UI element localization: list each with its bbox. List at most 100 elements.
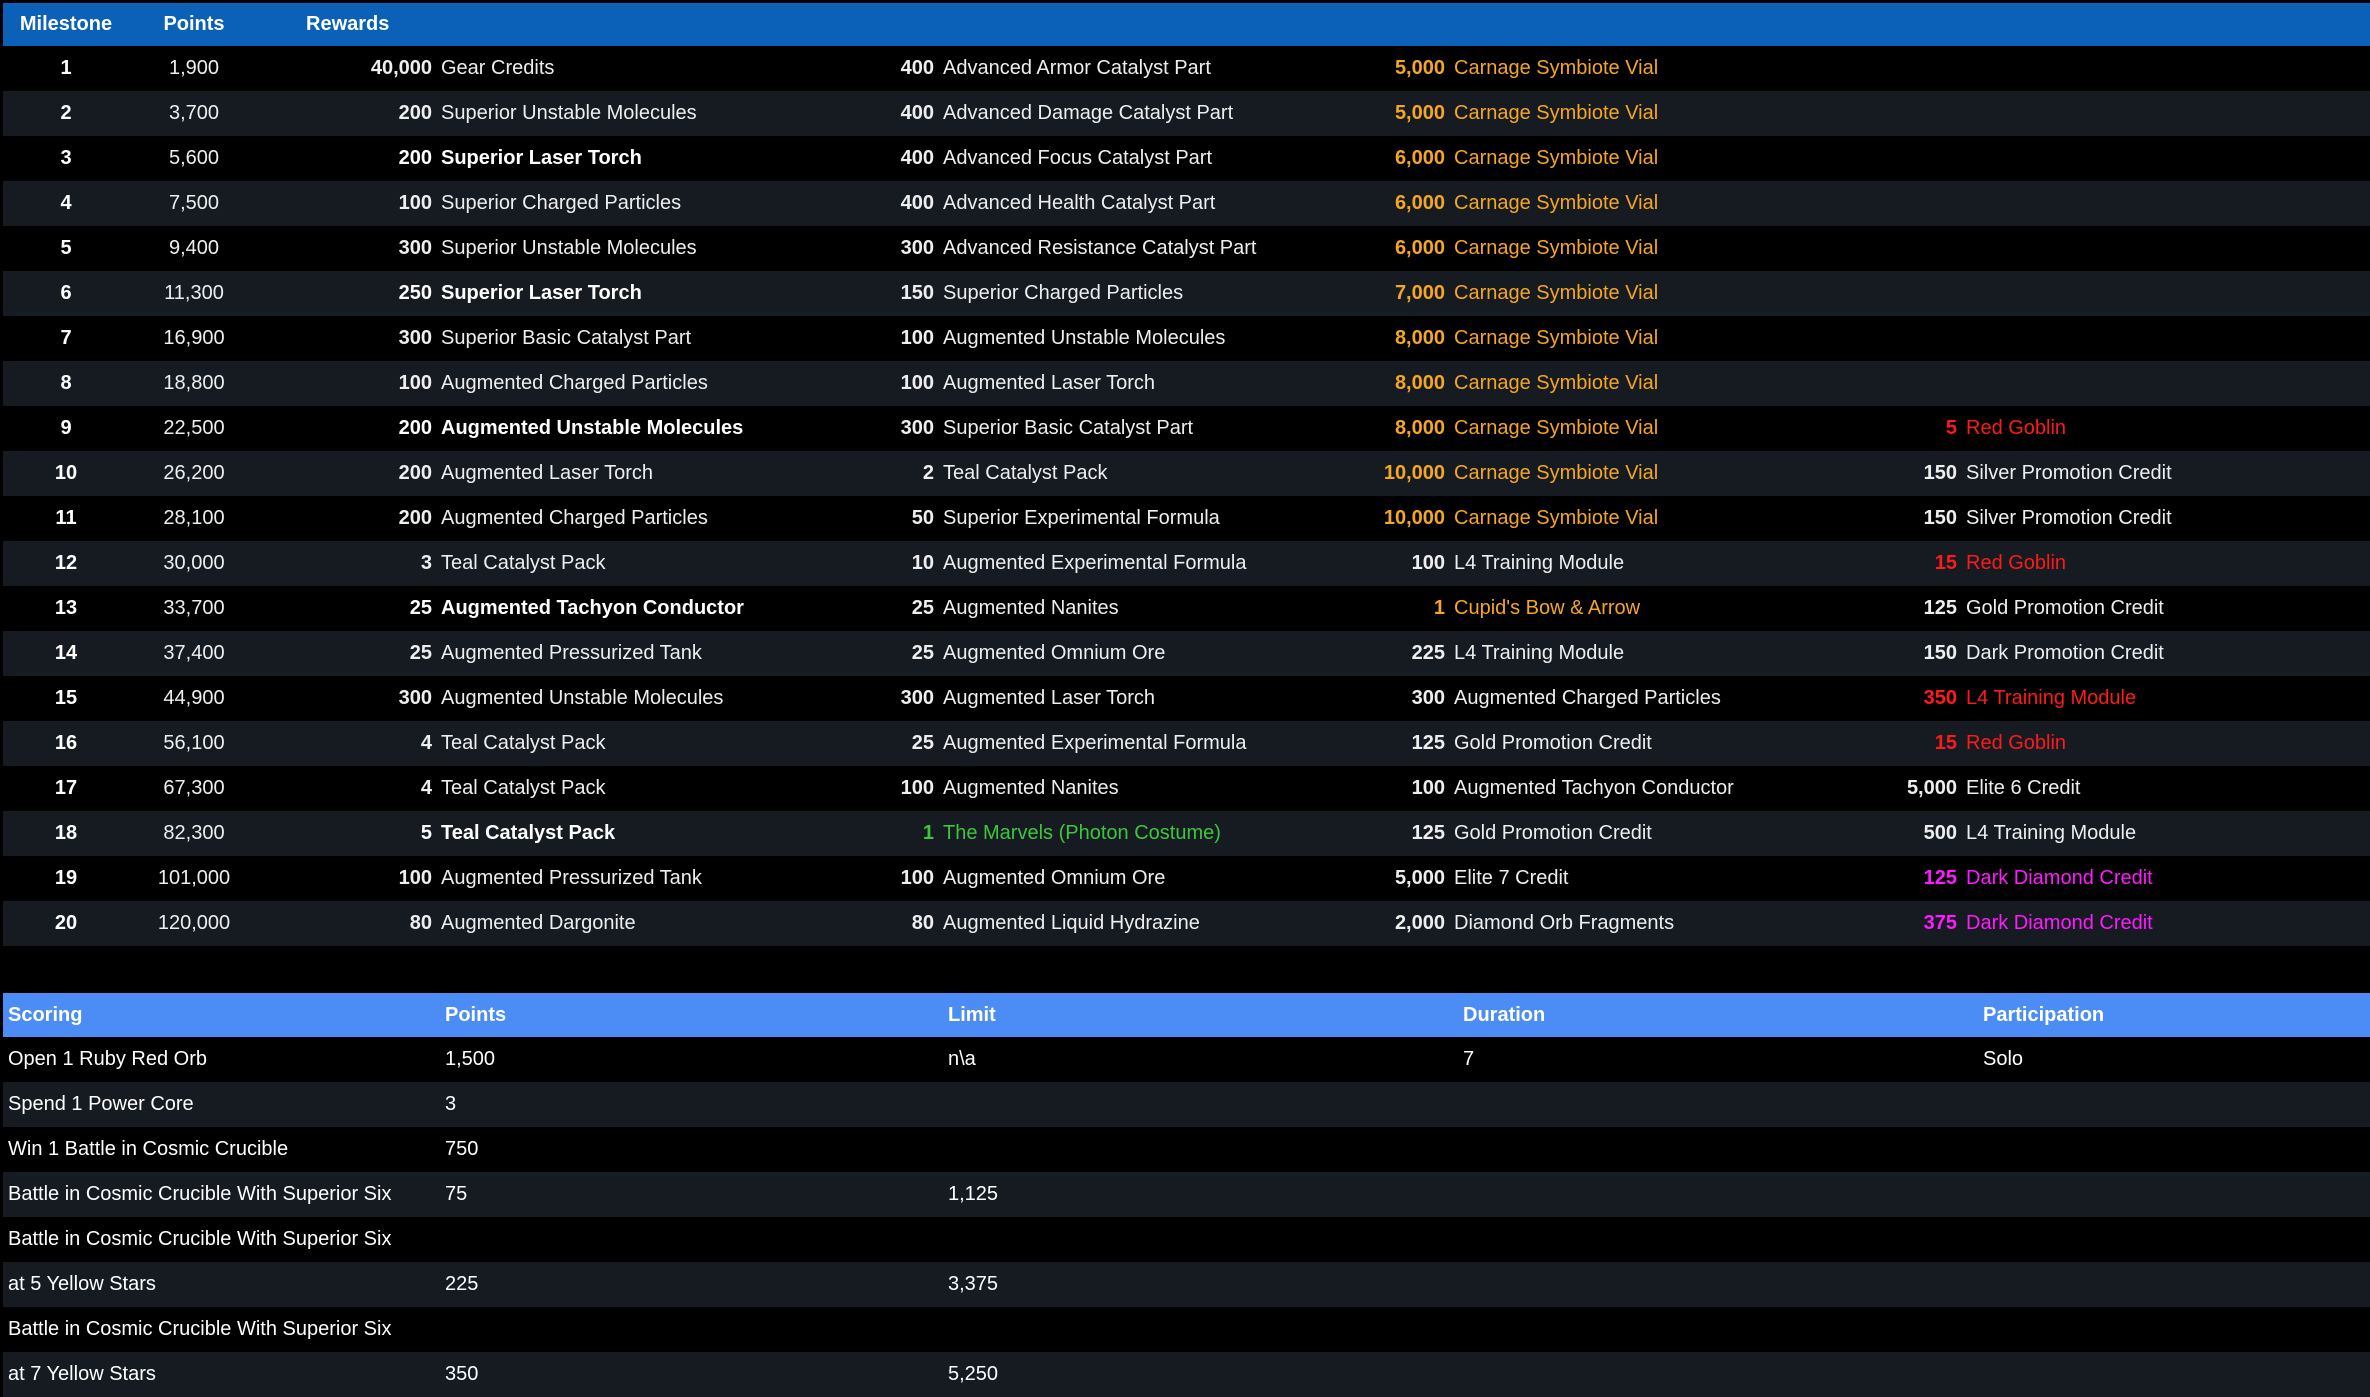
- reward-quantity: [1785, 316, 1966, 361]
- reward-quantity: 200: [259, 136, 441, 181]
- scoring-row: Battle in Cosmic Crucible With Superior …: [3, 1172, 2370, 1217]
- reward-name: Superior Laser Torch: [441, 271, 761, 316]
- scoring-participation: [1978, 1262, 2370, 1307]
- reward-name: Red Goblin: [1966, 406, 2370, 451]
- reward-name: Carnage Symbiote Vial: [1454, 271, 1785, 316]
- scoring-duration: [1458, 1082, 1978, 1127]
- reward-name: Carnage Symbiote Vial: [1454, 361, 1785, 406]
- reward-name: Augmented Charged Particles: [1454, 676, 1785, 721]
- milestone-points: 28,100: [129, 496, 259, 541]
- reward-name: Advanced Focus Catalyst Part: [943, 136, 1273, 181]
- milestone-points: 67,300: [129, 766, 259, 811]
- reward-name: Gear Credits: [441, 46, 761, 91]
- reward-name: Augmented Tachyon Conductor: [1454, 766, 1785, 811]
- scoring-header-row: Scoring Points Limit Duration Participat…: [3, 993, 2370, 1037]
- milestone-points: 82,300: [129, 811, 259, 856]
- reward-quantity: 100: [761, 766, 943, 811]
- milestone-points: 7,500: [129, 181, 259, 226]
- reward-name: Augmented Pressurized Tank: [441, 631, 761, 676]
- milestone-points: 101,000: [129, 856, 259, 901]
- reward-name: Superior Basic Catalyst Part: [943, 406, 1273, 451]
- milestone-row: 8 18,800 100 Augmented Charged Particles 100…: [3, 361, 2370, 406]
- milestone-points: 16,900: [129, 316, 259, 361]
- reward-quantity: 200: [259, 406, 441, 451]
- scoring-participation: [1978, 1307, 2370, 1352]
- scoring-limit: 3,375: [943, 1262, 1458, 1307]
- reward-quantity: 200: [259, 91, 441, 136]
- reward-name: Augmented Nanites: [943, 586, 1273, 631]
- reward-quantity: 100: [1273, 766, 1454, 811]
- reward-quantity: 300: [259, 676, 441, 721]
- scoring-points: 750: [440, 1127, 943, 1172]
- reward-name: Augmented Nanites: [943, 766, 1273, 811]
- scoring-points: 1,500: [440, 1037, 943, 1082]
- reward-quantity: 350: [1785, 676, 1966, 721]
- scoring-limit: n\a: [943, 1037, 1458, 1082]
- scoring-row: Open 1 Ruby Red Orb 1,500 n\a 7 Solo: [3, 1037, 2370, 1082]
- reward-quantity: [1785, 361, 1966, 406]
- milestone-row: 16 56,100 4 Teal Catalyst Pack 25 Augmented E…: [3, 721, 2370, 766]
- scoring-activity: Spend 1 Power Core: [3, 1082, 440, 1127]
- milestone-points: 18,800: [129, 361, 259, 406]
- milestone-number: 3: [3, 136, 129, 181]
- reward-quantity: 40,000: [259, 46, 441, 91]
- milestone-row: 15 44,900 300 Augmented Unstable Molecules 3…: [3, 676, 2370, 721]
- reward-quantity: 8,000: [1273, 406, 1454, 451]
- reward-quantity: 2: [761, 451, 943, 496]
- reward-quantity: 3: [259, 541, 441, 586]
- reward-name: Augmented Liquid Hydrazine: [943, 901, 1273, 946]
- milestone-number: 14: [3, 631, 129, 676]
- milestone-row: 10 26,200 200 Augmented Laser Torch 2 Teal Ca…: [3, 451, 2370, 496]
- milestone-number: 19: [3, 856, 129, 901]
- reward-name: [1966, 91, 2370, 136]
- milestone-points: 9,400: [129, 226, 259, 271]
- reward-quantity: 6,000: [1273, 226, 1454, 271]
- milestone-points: 1,900: [129, 46, 259, 91]
- reward-name: Elite 7 Credit: [1454, 856, 1785, 901]
- reward-quantity: 150: [1785, 496, 1966, 541]
- reward-quantity: 100: [1273, 541, 1454, 586]
- scoring-duration: 7: [1458, 1037, 1978, 1082]
- reward-name: Carnage Symbiote Vial: [1454, 91, 1785, 136]
- reward-quantity: 5: [1785, 406, 1966, 451]
- milestone-number: 11: [3, 496, 129, 541]
- reward-quantity: 100: [259, 361, 441, 406]
- reward-name: Augmented Charged Particles: [441, 361, 761, 406]
- reward-quantity: 80: [761, 901, 943, 946]
- scoring-limit: [943, 1127, 1458, 1172]
- milestone-number: 16: [3, 721, 129, 766]
- milestone-row: 14 37,400 25 Augmented Pressurized Tank 25 Au…: [3, 631, 2370, 676]
- reward-quantity: 100: [761, 361, 943, 406]
- reward-quantity: 4: [259, 766, 441, 811]
- milestone-points: 26,200: [129, 451, 259, 496]
- scoring-points-header: Points: [440, 993, 943, 1037]
- milestone-row: 20 120,000 80 Augmented Dargonite 80 Augmente…: [3, 901, 2370, 946]
- reward-name: Augmented Tachyon Conductor: [441, 586, 761, 631]
- scoring-points: 225: [440, 1262, 943, 1307]
- reward-name: Augmented Dargonite: [441, 901, 761, 946]
- milestone-row: 17 67,300 4 Teal Catalyst Pack 100 Augmented …: [3, 766, 2370, 811]
- reward-quantity: 7,000: [1273, 271, 1454, 316]
- scoring-participation: Solo: [1978, 1037, 2370, 1082]
- reward-name: Superior Basic Catalyst Part: [441, 316, 761, 361]
- reward-name: Augmented Unstable Molecules: [441, 676, 761, 721]
- milestone-row: 18 82,300 5 Teal Catalyst Pack 1 The Marvels …: [3, 811, 2370, 856]
- reward-name: [1966, 316, 2370, 361]
- reward-name: Gold Promotion Credit: [1454, 811, 1785, 856]
- reward-name: Augmented Omnium Ore: [943, 856, 1273, 901]
- reward-quantity: 250: [259, 271, 441, 316]
- reward-quantity: 8,000: [1273, 316, 1454, 361]
- reward-quantity: 25: [761, 586, 943, 631]
- milestone-points: 44,900: [129, 676, 259, 721]
- reward-quantity: 400: [761, 46, 943, 91]
- reward-name: Superior Unstable Molecules: [441, 91, 761, 136]
- milestone-points: 30,000: [129, 541, 259, 586]
- reward-quantity: 5,000: [1273, 46, 1454, 91]
- reward-quantity: 1: [761, 811, 943, 856]
- reward-name: Dark Promotion Credit: [1966, 631, 2370, 676]
- reward-name: Carnage Symbiote Vial: [1454, 406, 1785, 451]
- scoring-header: Scoring: [3, 993, 440, 1037]
- scoring-activity: at 5 Yellow Stars: [3, 1262, 440, 1307]
- scoring-row: Win 1 Battle in Cosmic Crucible 750: [3, 1127, 2370, 1172]
- scoring-activity: Battle in Cosmic Crucible With Superior …: [3, 1172, 440, 1217]
